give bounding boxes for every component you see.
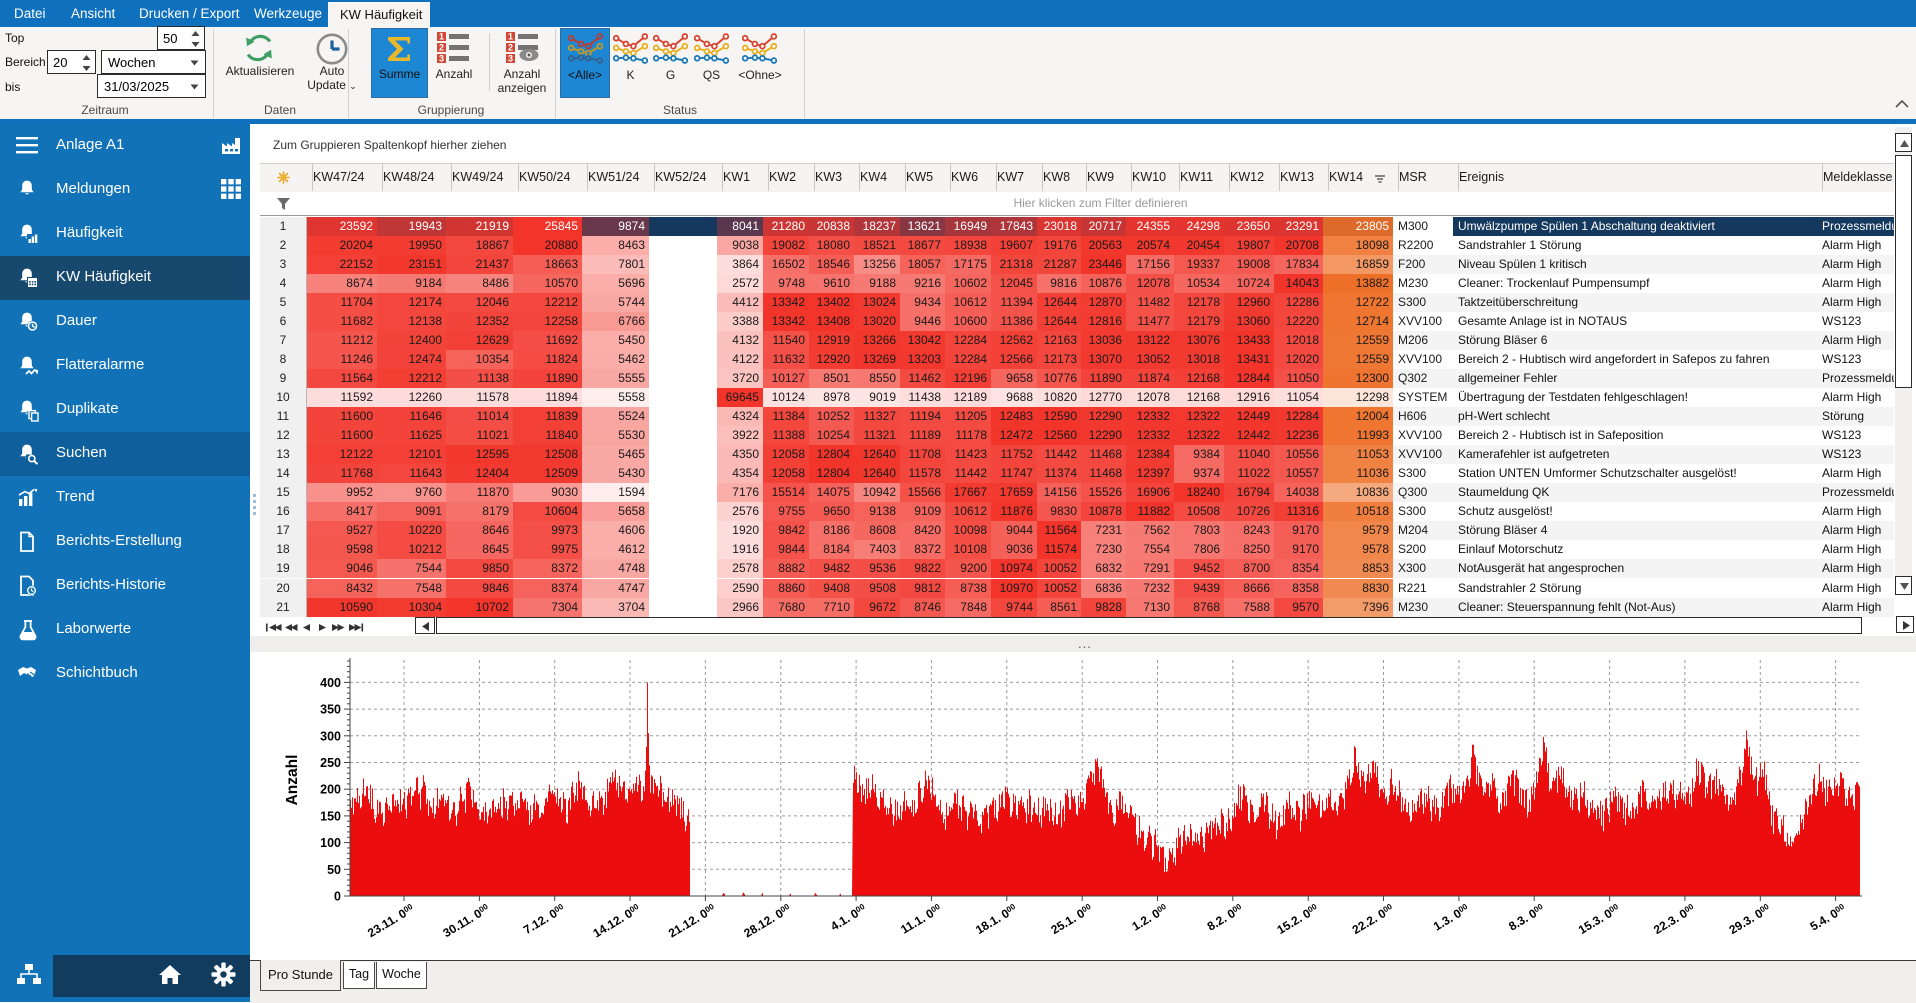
svg-text:23.11. 000: 23.11. 000 [365,901,417,940]
svg-text:15.3. 000: 15.3. 000 [1576,901,1623,937]
svg-text:15.2. 000: 15.2. 000 [1274,901,1321,937]
svg-text:1.2. 000: 1.2. 000 [1129,901,1170,933]
svg-text:8.2. 000: 8.2. 000 [1205,901,1246,933]
svg-text:1: 1 [439,32,444,42]
svg-text:22.2. 000: 22.2. 000 [1350,901,1397,937]
svg-text:0: 0 [334,890,341,904]
svg-text:5.4. 000: 5.4. 000 [1808,901,1849,933]
svg-text:350: 350 [320,703,341,717]
svg-text:200: 200 [320,783,341,797]
svg-text:150: 150 [320,809,341,823]
svg-text:22.3. 000: 22.3. 000 [1651,901,1698,937]
svg-text:400: 400 [320,676,341,690]
svg-text:8.3. 000: 8.3. 000 [1506,901,1547,933]
svg-text:21.12. 000: 21.12. 000 [666,901,718,940]
svg-text:28.12. 000: 28.12. 000 [741,901,793,940]
svg-text:4.1. 000: 4.1. 000 [828,901,869,933]
svg-text:250: 250 [320,756,341,770]
svg-text:1: 1 [508,32,513,42]
svg-text:100: 100 [320,836,341,850]
svg-text:30.11. 000: 30.11. 000 [440,901,492,940]
svg-text:Anzahl: Anzahl [284,755,301,806]
svg-text:3: 3 [508,54,513,64]
svg-text:7.12. 000: 7.12. 000 [521,901,568,937]
svg-text:29.3. 000: 29.3. 000 [1727,901,1774,937]
svg-text:1.3. 000: 1.3. 000 [1431,901,1472,933]
svg-text:50: 50 [327,863,341,877]
svg-text:11.1. 000: 11.1. 000 [898,901,944,936]
svg-text:14.12. 000: 14.12. 000 [591,901,643,940]
svg-text:25.1. 000: 25.1. 000 [1048,901,1095,937]
svg-text:3: 3 [439,54,444,64]
svg-text:2: 2 [508,43,513,53]
svg-text:2: 2 [439,43,444,53]
svg-text:300: 300 [320,729,341,743]
svg-text:18.1. 000: 18.1. 000 [973,901,1020,937]
